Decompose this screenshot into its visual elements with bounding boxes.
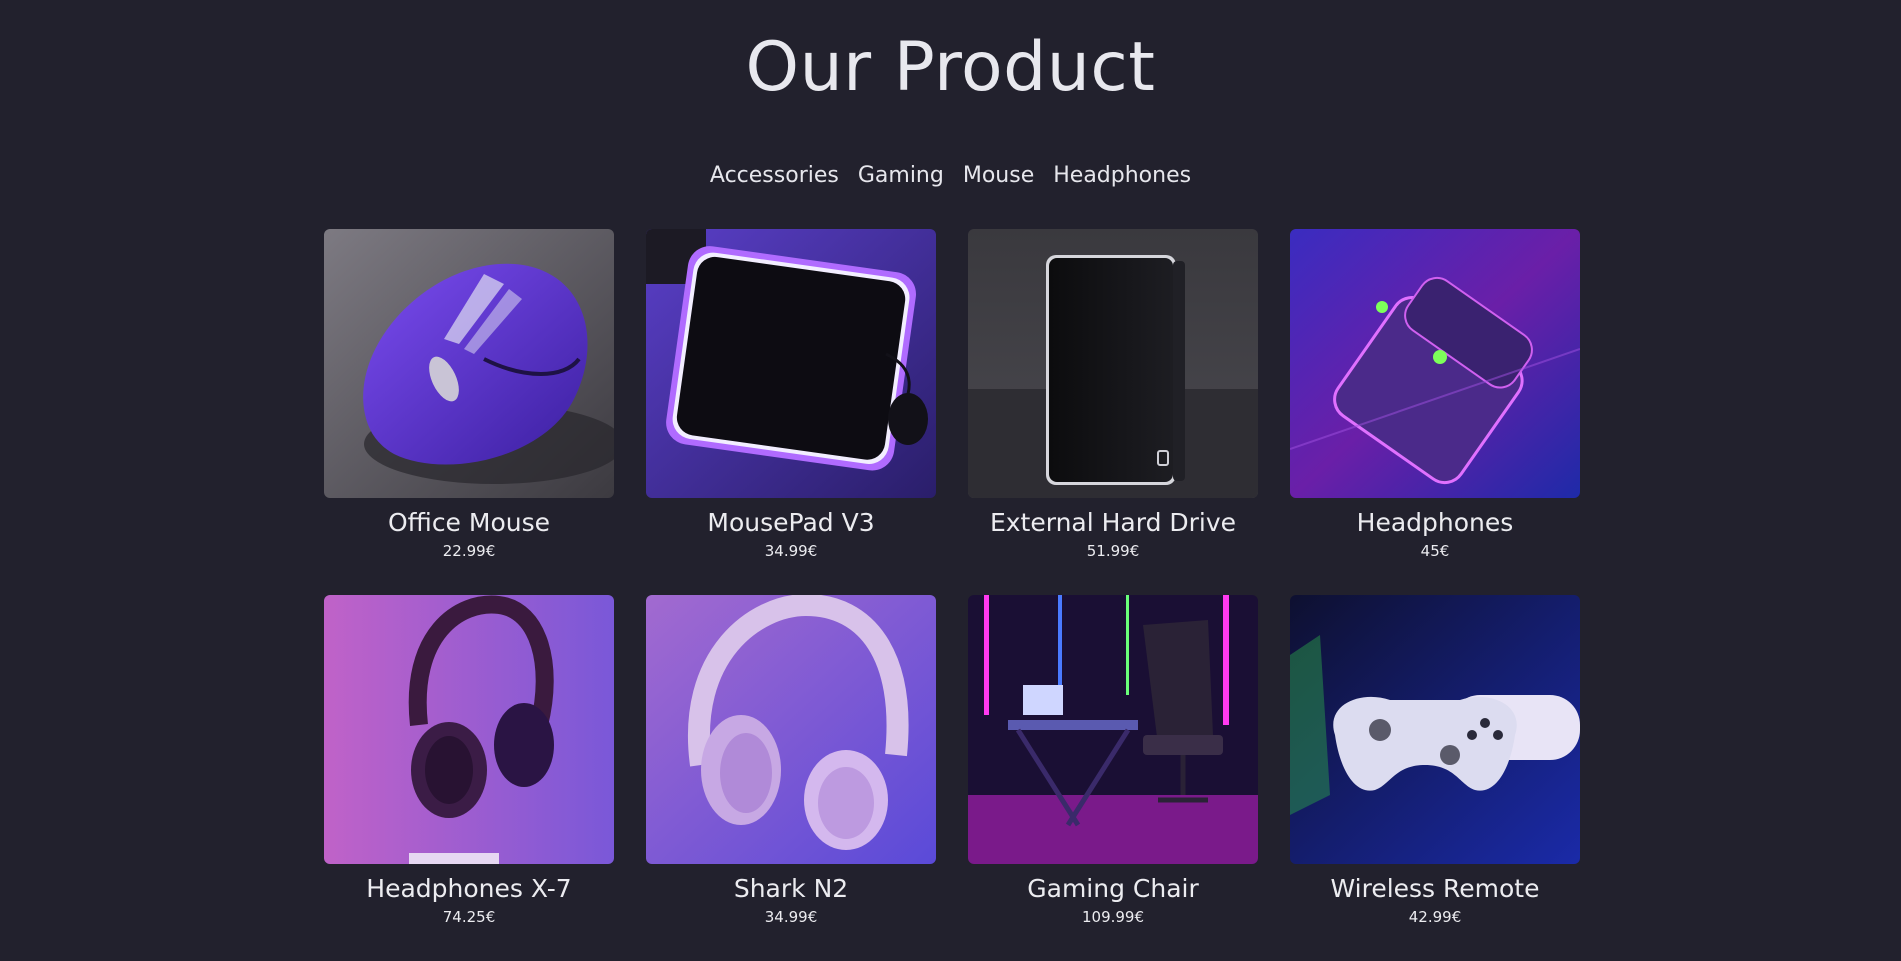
product-image-dark-headphones[interactable]: [324, 595, 614, 864]
product-price: 51.99€: [1086, 542, 1140, 560]
product-card[interactable]: Office Mouse 22.99€: [324, 229, 614, 595]
product-image-game-controller[interactable]: [1290, 595, 1580, 864]
product-name: External Hard Drive: [989, 508, 1237, 537]
product-card[interactable]: Gaming Chair 109.99€: [968, 595, 1258, 961]
product-card[interactable]: Wireless Remote 42.99€: [1290, 595, 1580, 961]
product-price: 74.25€: [442, 908, 496, 926]
product-price: 34.99€: [764, 908, 818, 926]
product-image-white-headphones[interactable]: [646, 595, 936, 864]
product-page: Our Product Accessories Gaming Mouse Hea…: [0, 0, 1901, 953]
product-price: 45€: [1420, 542, 1450, 560]
product-price: 42.99€: [1408, 908, 1462, 926]
product-image-hard-drive[interactable]: [968, 229, 1258, 498]
product-name: Office Mouse: [387, 508, 551, 537]
product-price: 34.99€: [764, 542, 818, 560]
product-name: Headphones X-7: [366, 874, 572, 903]
category-filters: Accessories Gaming Mouse Headphones: [0, 162, 1901, 190]
product-card[interactable]: MousePad V3 34.99€: [646, 229, 936, 595]
product-card[interactable]: Headphones 45€: [1290, 229, 1580, 595]
filter-accessories[interactable]: Accessories: [710, 162, 839, 190]
product-card[interactable]: Shark N2 34.99€: [646, 595, 936, 961]
filter-gaming[interactable]: Gaming: [858, 162, 944, 190]
page-title: Our Product: [745, 28, 1156, 107]
product-name: MousePad V3: [707, 508, 875, 537]
product-image-purple-mouse[interactable]: [324, 229, 614, 498]
filter-headphones[interactable]: Headphones: [1053, 162, 1191, 190]
product-card[interactable]: External Hard Drive 51.99€: [968, 229, 1258, 595]
product-price: 22.99€: [442, 542, 496, 560]
product-name: Shark N2: [733, 874, 849, 903]
product-grid: Office Mouse 22.99€ MousePad V3 34.99€ E…: [324, 229, 1580, 961]
product-name: Wireless Remote: [1330, 874, 1540, 903]
filter-mouse[interactable]: Mouse: [963, 162, 1034, 190]
product-image-gaming-chair[interactable]: [968, 595, 1258, 864]
product-image-mousepad[interactable]: [646, 229, 936, 498]
product-name: Headphones: [1356, 508, 1514, 537]
product-name: Gaming Chair: [1027, 874, 1199, 903]
product-price: 109.99€: [1081, 908, 1145, 926]
product-card[interactable]: Headphones X-7 74.25€: [324, 595, 614, 961]
product-image-earbuds-case[interactable]: [1290, 229, 1580, 498]
